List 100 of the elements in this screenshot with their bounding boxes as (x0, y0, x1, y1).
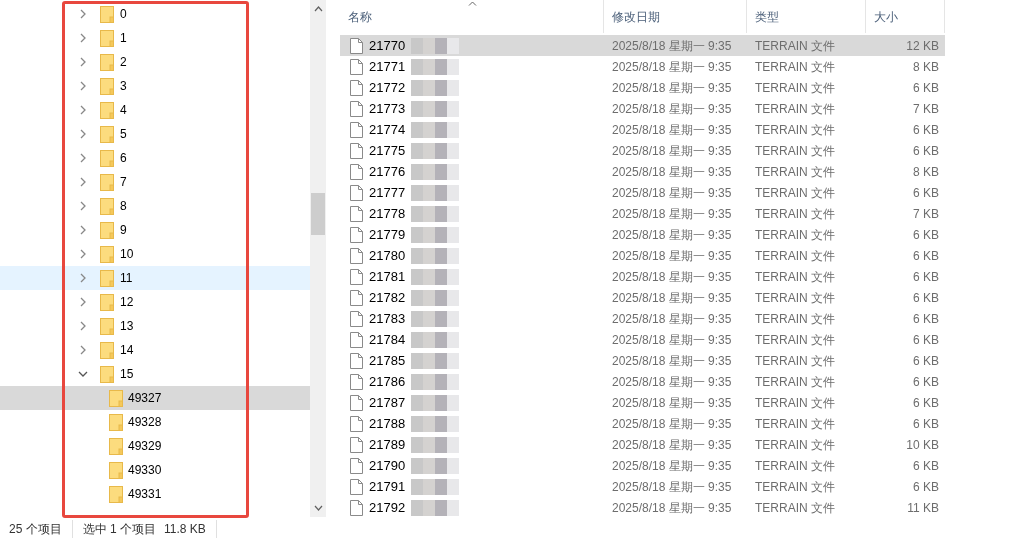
file-icon (350, 394, 363, 411)
chevron-right-icon[interactable] (78, 105, 88, 115)
tree-item[interactable]: 49327 (0, 386, 310, 410)
column-header[interactable]: 大小 (866, 0, 945, 33)
file-name: 21784 (369, 330, 406, 349)
chevron-right-icon[interactable] (78, 321, 88, 331)
chevron-right-icon[interactable] (78, 225, 88, 235)
chevron-right-icon[interactable] (78, 33, 88, 43)
tree-item[interactable]: 9 (0, 218, 310, 242)
scroll-thumb[interactable] (311, 193, 325, 235)
file-row[interactable]: 21788 2025/8/18 星期一 9:35 TERRAIN 文件 6 KB (340, 413, 945, 434)
tree-item[interactable]: 1 (0, 26, 310, 50)
file-row[interactable]: 21775 2025/8/18 星期一 9:35 TERRAIN 文件 6 KB (340, 140, 945, 161)
file-size: 6 KB (912, 226, 940, 244)
folder-name: 12 (120, 294, 134, 311)
tree-item[interactable]: 4 (0, 98, 310, 122)
file-row[interactable]: 21772 2025/8/18 星期一 9:35 TERRAIN 文件 6 KB (340, 77, 945, 98)
folder-name: 15 (120, 366, 134, 383)
file-row[interactable]: 21773 2025/8/18 星期一 9:35 TERRAIN 文件 7 KB (340, 98, 945, 119)
file-row[interactable]: 21786 2025/8/18 星期一 9:35 TERRAIN 文件 6 KB (340, 371, 945, 392)
tree-item[interactable]: 13 (0, 314, 310, 338)
file-row[interactable]: 21791 2025/8/18 星期一 9:35 TERRAIN 文件 6 KB (340, 476, 945, 497)
file-row[interactable]: 21779 2025/8/18 星期一 9:35 TERRAIN 文件 6 KB (340, 224, 945, 245)
tree-item[interactable]: 49331 (0, 482, 310, 506)
file-row[interactable]: 21781 2025/8/18 星期一 9:35 TERRAIN 文件 6 KB (340, 266, 945, 287)
folder-name: 5 (120, 126, 127, 143)
column-header[interactable]: 类型 (747, 0, 866, 33)
chevron-right-icon[interactable] (78, 9, 88, 19)
tree-item[interactable]: 14 (0, 338, 310, 362)
tree-item[interactable]: 49328 (0, 410, 310, 434)
file-row[interactable]: 21780 2025/8/18 星期一 9:35 TERRAIN 文件 6 KB (340, 245, 945, 266)
modified-date: 2025/8/18 星期一 9:35 (611, 415, 733, 433)
file-row[interactable]: 21789 2025/8/18 星期一 9:35 TERRAIN 文件 10 KB (340, 434, 945, 455)
file-row[interactable]: 21777 2025/8/18 星期一 9:35 TERRAIN 文件 6 KB (340, 182, 945, 203)
chevron-right-icon[interactable] (78, 177, 88, 187)
chevron-right-icon[interactable] (78, 273, 88, 283)
chevron-right-icon[interactable] (78, 249, 88, 259)
file-row[interactable]: 21774 2025/8/18 星期一 9:35 TERRAIN 文件 6 KB (340, 119, 945, 140)
chevron-right-icon[interactable] (78, 297, 88, 307)
modified-date: 2025/8/18 星期一 9:35 (611, 100, 733, 118)
tree-item[interactable]: 7 (0, 170, 310, 194)
scroll-up-icon[interactable] (313, 6, 323, 12)
tree-item[interactable]: 49329 (0, 434, 310, 458)
chevron-right-icon[interactable] (78, 345, 88, 355)
blurred-mosaic (411, 79, 462, 96)
tree-item[interactable]: 5 (0, 122, 310, 146)
file-row[interactable]: 21792 2025/8/18 星期一 9:35 TERRAIN 文件 11 KB (340, 497, 945, 518)
folder-icon (100, 293, 114, 311)
chevron-right-icon[interactable] (78, 129, 88, 139)
file-size: 6 KB (912, 478, 940, 496)
tree-item[interactable]: 6 (0, 146, 310, 170)
tree-item[interactable]: 11 (0, 266, 310, 290)
file-row[interactable]: 21782 2025/8/18 星期一 9:35 TERRAIN 文件 6 KB (340, 287, 945, 308)
file-row[interactable]: 21790 2025/8/18 星期一 9:35 TERRAIN 文件 6 KB (340, 455, 945, 476)
folder-name: 7 (120, 174, 127, 191)
file-icon (350, 163, 363, 180)
modified-date: 2025/8/18 星期一 9:35 (611, 478, 733, 496)
file-type: TERRAIN 文件 (754, 121, 836, 139)
column-header[interactable]: 名称 (340, 0, 604, 33)
folder-icon (100, 197, 114, 215)
chevron-right-icon[interactable] (78, 81, 88, 91)
blurred-mosaic (411, 457, 462, 474)
tree-item[interactable]: 3 (0, 74, 310, 98)
file-icon (350, 499, 363, 516)
file-row[interactable]: 21784 2025/8/18 星期一 9:35 TERRAIN 文件 6 KB (340, 329, 945, 350)
chevron-right-icon[interactable] (78, 201, 88, 211)
folder-icon (100, 77, 114, 95)
tree-item[interactable]: 10 (0, 242, 310, 266)
file-type: TERRAIN 文件 (754, 478, 836, 496)
tree-item[interactable]: 15 (0, 362, 310, 386)
file-icon (350, 184, 363, 201)
chevron-right-icon[interactable] (78, 153, 88, 163)
scrollbar[interactable] (310, 0, 326, 517)
blurred-mosaic (411, 58, 462, 75)
blurred-mosaic (411, 373, 462, 390)
modified-date: 2025/8/18 星期一 9:35 (611, 310, 733, 328)
chevron-right-icon[interactable] (78, 57, 88, 67)
column-header[interactable]: 修改日期 (604, 0, 747, 33)
tree-item[interactable]: 2 (0, 50, 310, 74)
tree-item[interactable]: 8 (0, 194, 310, 218)
folder-name: 49330 (128, 462, 162, 479)
tree-item[interactable]: 49330 (0, 458, 310, 482)
file-row[interactable]: 21770 2025/8/18 星期一 9:35 TERRAIN 文件 12 KB (340, 35, 945, 56)
tree-item[interactable]: 0 (0, 2, 310, 26)
file-row[interactable]: 21787 2025/8/18 星期一 9:35 TERRAIN 文件 6 KB (340, 392, 945, 413)
folder-icon (100, 245, 114, 263)
file-type: TERRAIN 文件 (754, 310, 836, 328)
file-type: TERRAIN 文件 (754, 79, 836, 97)
file-row[interactable]: 21776 2025/8/18 星期一 9:35 TERRAIN 文件 8 KB (340, 161, 945, 182)
file-icon (350, 205, 363, 222)
file-row[interactable]: 21783 2025/8/18 星期一 9:35 TERRAIN 文件 6 KB (340, 308, 945, 329)
file-row[interactable]: 21785 2025/8/18 星期一 9:35 TERRAIN 文件 6 KB (340, 350, 945, 371)
blurred-mosaic (411, 394, 462, 411)
file-row[interactable]: 21771 2025/8/18 星期一 9:35 TERRAIN 文件 8 KB (340, 56, 945, 77)
scroll-down-icon[interactable] (313, 505, 323, 511)
file-icon (350, 436, 363, 453)
tree-item[interactable]: 12 (0, 290, 310, 314)
folder-name: 11 (120, 270, 133, 287)
file-row[interactable]: 21778 2025/8/18 星期一 9:35 TERRAIN 文件 7 KB (340, 203, 945, 224)
chevron-down-icon[interactable] (78, 369, 88, 379)
